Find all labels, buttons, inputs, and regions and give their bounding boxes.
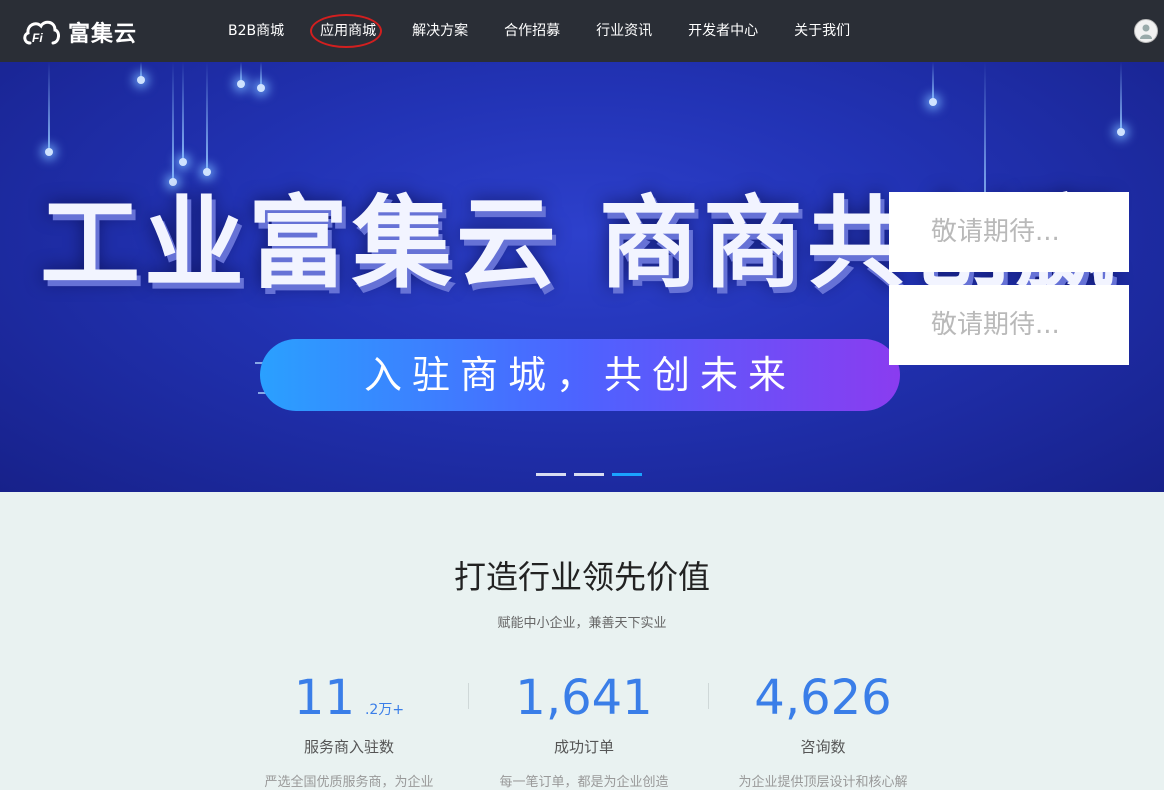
stat-description: 为企业提供顶层设计和核心解 — [738, 775, 908, 790]
coming-soon-popup: 敬请期待... — [889, 192, 1129, 272]
svg-text:Fi: Fi — [32, 31, 43, 45]
nav-item-about-us[interactable]: 关于我们 — [776, 0, 868, 62]
slogan-pill: 入驻商城，共创未来 — [260, 339, 900, 411]
carousel-dot-3[interactable] — [612, 473, 642, 476]
section-subtitle: 赋能中小企业，兼善天下实业 — [497, 616, 667, 631]
stat-description: 严选全国优质服务商，为企业 — [264, 775, 434, 790]
stat-label: 成功订单 — [553, 738, 614, 756]
light-beam — [45, 62, 53, 156]
stat-value-row: 4,626 — [703, 668, 943, 728]
carousel-dot-1[interactable] — [536, 473, 566, 476]
light-beam — [137, 62, 145, 84]
light-beam — [203, 62, 211, 176]
stat-unit: .2万+ — [364, 702, 405, 718]
nav-item-solutions[interactable]: 解决方案 — [394, 0, 486, 62]
banner-slogan: 入驻商城，共创未来 — [363, 353, 796, 397]
nav-item-b2b-mall[interactable]: B2B商城 — [210, 0, 302, 62]
stat-providers: 11 .2万+ 服务商入驻数 严选全国优质服务商，为企业 — [229, 668, 469, 790]
stat-value: 1,641 — [515, 670, 653, 726]
carousel-indicators — [536, 473, 650, 476]
nav-menu: B2B商城 应用商城 解决方案 合作招募 行业资讯 开发者中心 关于我们 — [210, 0, 868, 62]
nav-item-partner-recruit[interactable]: 合作招募 — [486, 0, 578, 62]
coming-soon-popup: 敬请期待... — [889, 285, 1129, 365]
section-title: 打造行业领先价值 — [453, 558, 710, 596]
light-beam — [179, 62, 187, 166]
stat-value-row: 11 .2万+ — [229, 668, 469, 728]
user-avatar[interactable] — [1134, 19, 1158, 43]
top-nav: Fi 富集云 B2B商城 应用商城 解决方案 合作招募 行业资讯 开发者中心 关… — [0, 0, 1164, 62]
stat-label: 服务商入驻数 — [303, 738, 394, 756]
logo[interactable]: Fi 富集云 — [22, 14, 137, 50]
cloud-logo-icon: Fi — [22, 15, 60, 49]
stat-value-row: 1,641 — [464, 668, 704, 728]
stat-value: 11 — [293, 670, 355, 726]
stat-label: 咨询数 — [800, 738, 846, 756]
light-beam — [929, 62, 937, 106]
hero-banner[interactable]: 工业富集云 商商共创赢 入驻商城，共创未来 敬请期待... 敬请期待... — [0, 62, 1164, 492]
user-icon — [1140, 24, 1152, 39]
logo-text: 富集云 — [68, 22, 138, 47]
light-beam — [1117, 62, 1125, 136]
nav-item-developer-center[interactable]: 开发者中心 — [670, 0, 776, 62]
carousel-dot-2[interactable] — [574, 473, 604, 476]
nav-item-industry-news[interactable]: 行业资讯 — [578, 0, 670, 62]
light-beam — [257, 62, 265, 92]
stat-consultations: 4,626 咨询数 为企业提供顶层设计和核心解 — [703, 668, 943, 790]
stat-orders: 1,641 成功订单 每一笔订单，都是为企业创造 — [464, 668, 704, 790]
light-beam — [237, 62, 245, 88]
stat-value: 4,626 — [754, 670, 892, 726]
stat-description: 每一笔订单，都是为企业创造 — [499, 775, 669, 790]
nav-item-app-mall[interactable]: 应用商城 — [302, 0, 394, 62]
